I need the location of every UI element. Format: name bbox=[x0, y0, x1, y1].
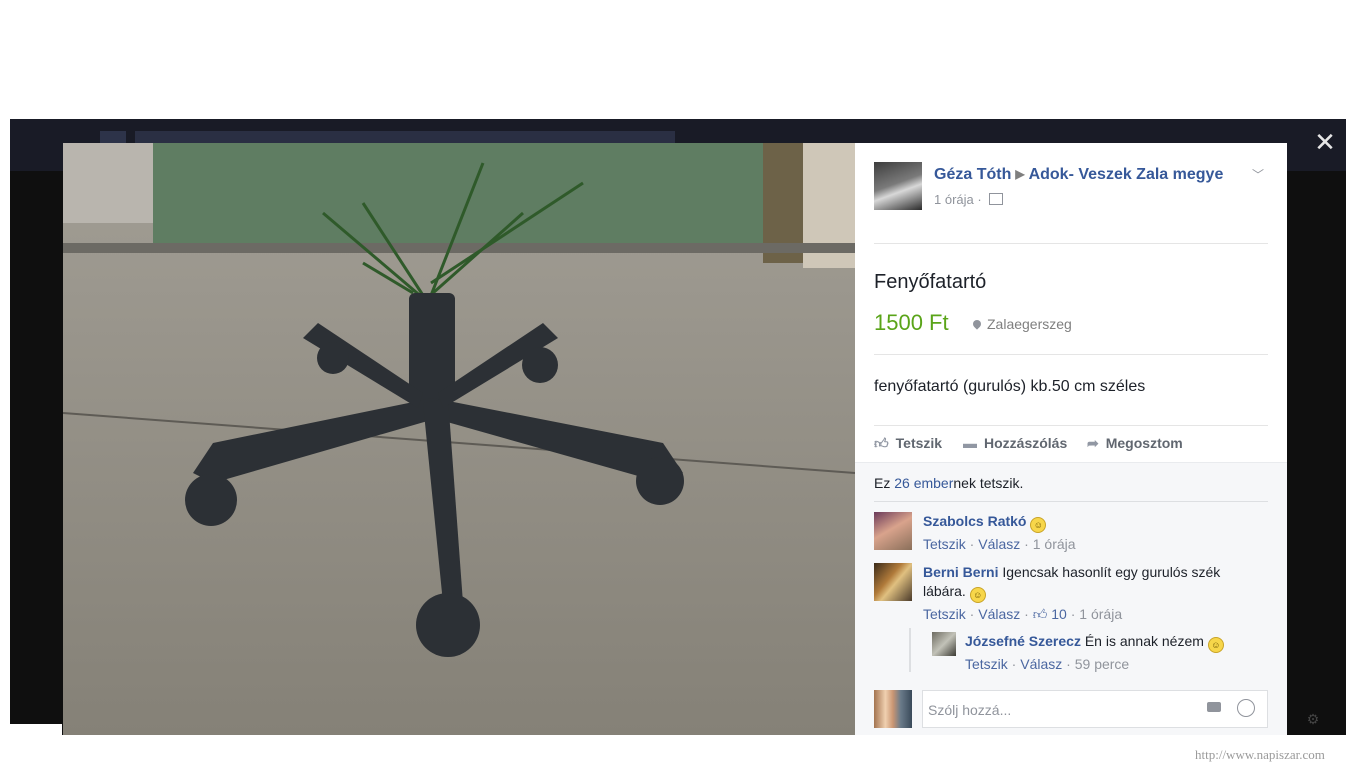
comment-label: Hozzászólás bbox=[984, 435, 1068, 451]
reply-reply-link[interactable]: Válasz bbox=[1020, 656, 1062, 672]
smiley-emoji-icon: ☺ bbox=[969, 587, 986, 603]
emoji-icon[interactable] bbox=[1237, 699, 1255, 717]
location-text: Zalaegerszeg bbox=[987, 316, 1072, 332]
reply-time[interactable]: 59 perce bbox=[1075, 656, 1129, 672]
comment-like-link[interactable]: Tetszik bbox=[923, 536, 966, 552]
post-actions: 👍︎ Tetszik ▬ Hozzászólás ➦ Megosztom bbox=[874, 435, 1268, 453]
arrow-right-icon: ▶ bbox=[1015, 167, 1025, 181]
likes-summary: Ez 26 embernek tetszik. bbox=[874, 475, 1023, 491]
smiley-emoji-icon: ☺ bbox=[1207, 637, 1224, 653]
comment-icon: ▬ bbox=[963, 435, 977, 451]
like-button[interactable]: 👍︎ Tetszik bbox=[874, 435, 942, 452]
avatar[interactable] bbox=[932, 632, 956, 656]
commenter-name[interactable]: Józsefné Szerecz bbox=[965, 633, 1081, 649]
avatar[interactable] bbox=[874, 512, 912, 550]
item-location: Zalaegerszeg bbox=[971, 316, 1072, 332]
post-meta: 1 órája · bbox=[934, 192, 1004, 207]
share-label: Megosztom bbox=[1105, 435, 1183, 451]
item-price: 1500 Ft bbox=[874, 310, 949, 335]
comment-like-link[interactable]: Tetszik bbox=[923, 606, 966, 622]
reply-body: Józsefné Szerecz Én is annak nézem ☺ Tet… bbox=[965, 632, 1275, 674]
post-header: Géza Tóth ▶ Adok- Veszek Zala megye ﹀ 1 ór… bbox=[874, 162, 1268, 210]
photo-image bbox=[63, 143, 855, 735]
commenter-name[interactable]: Berni Berni bbox=[923, 564, 998, 580]
close-icon[interactable]: ✕ bbox=[1312, 129, 1338, 155]
comment-button[interactable]: ▬ Hozzászólás bbox=[963, 435, 1067, 451]
post-photo[interactable] bbox=[63, 143, 855, 735]
comment-time[interactable]: 1 órája bbox=[1079, 606, 1122, 622]
avatar[interactable] bbox=[874, 563, 912, 601]
commenter-name[interactable]: Szabolcs Ratkó bbox=[923, 513, 1026, 529]
avatar[interactable] bbox=[874, 690, 912, 728]
item-title: Fenyőfatartó bbox=[874, 271, 987, 293]
share-arrow-icon: ➦ bbox=[1087, 435, 1099, 451]
post-panel: Géza Tóth ▶ Adok- Veszek Zala megye ﹀ 1 ór… bbox=[855, 143, 1287, 735]
comment-like-count[interactable]: 10 bbox=[1051, 606, 1067, 622]
comment-body: Szabolcs Ratkó ☺ Tetszik · Válasz · 1 ór… bbox=[923, 512, 1223, 554]
likes-suffix: nek tetszik. bbox=[953, 475, 1024, 491]
like-label: Tetszik bbox=[895, 435, 943, 451]
divider bbox=[874, 354, 1268, 355]
thumbs-up-icon: 👍︎ bbox=[874, 435, 889, 451]
reply-links: Tetszik · Válasz · 59 perce bbox=[965, 656, 1130, 672]
smiley-emoji-icon: ☺ bbox=[1030, 517, 1047, 533]
chevron-down-icon[interactable]: ﹀ bbox=[1252, 166, 1264, 183]
comment-placeholder: Szólj hozzá... bbox=[928, 702, 1012, 718]
author-name[interactable]: Géza Tóth bbox=[934, 166, 1011, 183]
avatar[interactable] bbox=[874, 162, 922, 210]
location-pin-icon bbox=[971, 318, 983, 330]
group-name[interactable]: Adok- Veszek Zala megye bbox=[1029, 166, 1224, 183]
group-audience-icon bbox=[989, 193, 1004, 205]
camera-icon[interactable] bbox=[1207, 702, 1221, 712]
comment-time[interactable]: 1 órája bbox=[1033, 536, 1076, 552]
likes-people-link[interactable]: 26 ember bbox=[894, 475, 953, 491]
post-time[interactable]: 1 órája bbox=[934, 192, 974, 207]
comment-body: Berni Berni Igencsak hasonlít egy guruló… bbox=[923, 563, 1223, 624]
divider bbox=[874, 425, 1268, 426]
comment-reply-link[interactable]: Válasz bbox=[978, 536, 1020, 552]
gear-icon: ⚙ bbox=[1306, 711, 1320, 727]
comment-reply-link[interactable]: Válasz bbox=[978, 606, 1020, 622]
reply-like-link[interactable]: Tetszik bbox=[965, 656, 1008, 672]
thumbs-up-icon: 👍︎ bbox=[1032, 606, 1048, 622]
watermark: http://www.napiszar.com bbox=[1195, 747, 1325, 762]
comment-input[interactable]: Szólj hozzá... bbox=[922, 690, 1268, 728]
comment-links: Tetszik · Válasz · 👍︎ 10 · 1 órája bbox=[923, 606, 1123, 622]
divider bbox=[874, 243, 1268, 244]
comment-composer: Szólj hozzá... bbox=[874, 690, 1268, 728]
page-edge bbox=[0, 724, 62, 768]
item-description: fenyőfatartó (gurulós) kb.50 cm széles bbox=[874, 378, 1146, 395]
likes-prefix: Ez bbox=[874, 475, 895, 491]
divider bbox=[874, 501, 1268, 502]
reply-text: Én is annak nézem bbox=[1084, 633, 1204, 649]
reply-thread-line bbox=[909, 628, 911, 672]
comment-links: Tetszik · Válasz · 1 órája bbox=[923, 536, 1076, 552]
share-button[interactable]: ➦ Megosztom bbox=[1087, 435, 1183, 452]
author-line: Géza Tóth ▶ Adok- Veszek Zala megye bbox=[934, 166, 1223, 184]
